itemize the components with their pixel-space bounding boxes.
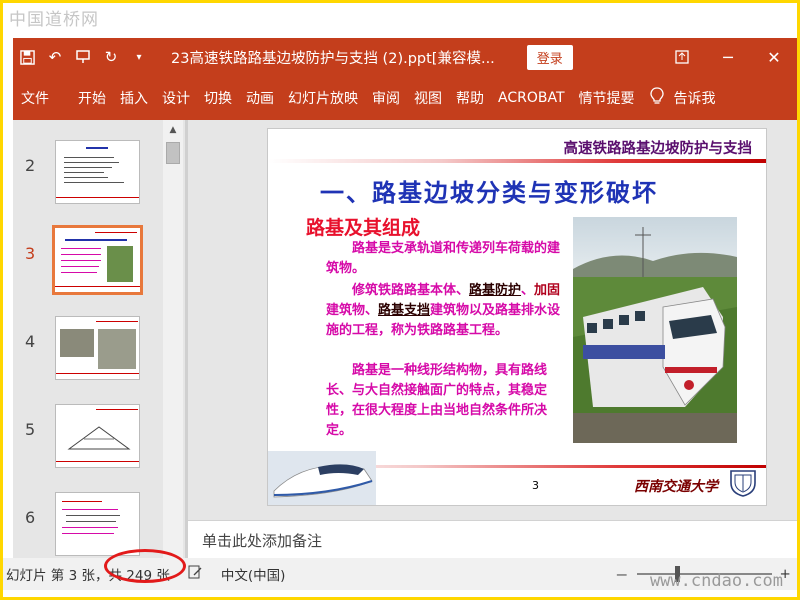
- thumbnail-row[interactable]: 4: [13, 314, 173, 384]
- language-status[interactable]: 中文(中国): [221, 564, 286, 584]
- tab-design[interactable]: 设计: [155, 88, 197, 108]
- university-logo-text: 西南交通大学: [634, 479, 718, 495]
- title-bar: ↶ ↻ ▾ 23高速铁路路基边坡防护与支挡 (2).ppt[兼容模... 登录 …: [13, 38, 797, 76]
- para2-highlight-protection: 路基防护: [469, 283, 522, 298]
- redo-icon[interactable]: ↻: [97, 42, 125, 72]
- para2-text-c: 、: [521, 283, 535, 298]
- thumbnail-scrollbar[interactable]: ▲: [163, 120, 183, 558]
- slide-paragraph-2[interactable]: 修筑铁路路基本体、路基防护、加固建筑物、路基支挡建筑物以及路基排水设施的工程，称…: [326, 281, 570, 341]
- scrollbar-thumb[interactable]: [166, 142, 180, 164]
- para2-highlight-retaining: 路基支挡: [378, 303, 431, 318]
- slide-thumbnail[interactable]: [55, 404, 140, 468]
- tab-animations[interactable]: 动画: [239, 88, 281, 108]
- university-seal-icon: [730, 470, 756, 497]
- tab-storyboard[interactable]: 情节提要: [572, 88, 642, 108]
- undo-icon[interactable]: ↶: [41, 42, 69, 72]
- scroll-up-icon[interactable]: ▲: [165, 122, 181, 138]
- para2-text-a: 修筑铁路路基本体、: [352, 283, 470, 298]
- window-controls: ─ ✕: [659, 38, 797, 76]
- tell-me-label: 告诉我: [673, 91, 716, 107]
- tab-view[interactable]: 视图: [407, 88, 449, 108]
- thumbnail-row[interactable]: 2: [13, 138, 173, 208]
- slide-thumbnail-active[interactable]: [52, 225, 143, 295]
- customize-icon[interactable]: ▾: [125, 42, 153, 72]
- ribbon-display-icon[interactable]: [659, 38, 705, 76]
- para2-highlight-reinforce: 加固: [534, 283, 561, 298]
- thumbnail-number: 2: [25, 156, 36, 175]
- thumbnail-row[interactable]: 3: [13, 225, 173, 296]
- watermark-bottom: www.cndao.com: [649, 571, 783, 591]
- thumbnail-number: 3: [25, 244, 36, 263]
- zoom-out-button[interactable]: －: [615, 564, 629, 584]
- login-button[interactable]: 登录: [526, 44, 573, 70]
- minimize-icon[interactable]: ─: [705, 38, 751, 76]
- highlight-circle-annotation: [104, 549, 186, 583]
- thumbnail-row[interactable]: 5: [13, 402, 173, 472]
- para2-text-e: 建筑物、: [326, 303, 379, 318]
- close-icon[interactable]: ✕: [751, 38, 797, 76]
- notes-pane[interactable]: 单击此处添加备注: [188, 520, 797, 558]
- notes-placeholder[interactable]: 单击此处添加备注: [202, 530, 322, 551]
- train-nose-image: [268, 451, 376, 505]
- slide-number: 3: [532, 479, 539, 492]
- thumbnail-number: 5: [25, 420, 36, 439]
- train-photo[interactable]: [573, 217, 737, 443]
- slide-header-line: [268, 159, 766, 163]
- slide-thumbnail[interactable]: [55, 492, 140, 556]
- thumbnail-number: 4: [25, 332, 36, 351]
- tab-transitions[interactable]: 切换: [197, 88, 239, 108]
- pane-splitter[interactable]: [185, 120, 188, 558]
- thumbnail-pane: 2 3 4 5 6 ▲: [13, 120, 188, 558]
- document-title: 23高速铁路路基边坡防护与支挡 (2).ppt[兼容模...: [171, 50, 495, 67]
- slide-subtitle[interactable]: 路基及其组成: [306, 213, 420, 240]
- tab-file[interactable]: 文件: [13, 88, 71, 108]
- slide-thumbnail[interactable]: [55, 316, 140, 380]
- save-icon[interactable]: [13, 42, 41, 72]
- ribbon-tabs: 文件 开始 插入 设计 切换 动画 幻灯片放映 审阅 视图 帮助 ACROBAT…: [13, 76, 797, 120]
- slide-header: 高速铁路路基边坡防护与支挡: [563, 140, 753, 157]
- present-icon[interactable]: [69, 42, 97, 72]
- app-window: 中国道桥网 ↶ ↻ ▾ 23高速铁路路基边坡防护与支挡 (2).ppt[兼容模.…: [3, 3, 797, 597]
- thumbnail-number: 6: [25, 508, 36, 527]
- watermark-top: 中国道桥网: [9, 10, 99, 30]
- tab-help[interactable]: 帮助: [449, 88, 491, 108]
- slide-canvas[interactable]: 高速铁路路基边坡防护与支挡 一、路基边坡分类与变形破坏 路基及其组成 路基是支承…: [267, 128, 767, 506]
- tab-acrobat[interactable]: ACROBAT: [491, 90, 572, 106]
- slide-thumbnail[interactable]: [55, 140, 140, 204]
- tab-review[interactable]: 审阅: [365, 88, 407, 108]
- tell-me-box[interactable]: 告诉我: [649, 86, 716, 110]
- tab-insert[interactable]: 插入: [113, 88, 155, 108]
- tab-home[interactable]: 开始: [71, 88, 113, 108]
- slide-position-text: 幻灯片 第 3 张，: [6, 568, 109, 584]
- slide-title[interactable]: 一、路基边坡分类与变形破坏: [320, 173, 658, 208]
- slide-paragraph-1[interactable]: 路基是支承轨道和传递列车荷载的建筑物。: [326, 239, 570, 279]
- spellcheck-icon[interactable]: [188, 565, 203, 583]
- lightbulb-icon: [649, 86, 664, 110]
- tab-slideshow[interactable]: 幻灯片放映: [281, 88, 365, 108]
- slide-paragraph-3[interactable]: 路基是一种线形结构物，具有路线长、与大自然接触面广的特点，其稳定性，在很大程度上…: [326, 361, 556, 441]
- workspace: 2 3 4 5 6 ▲ 高速铁路路基边坡防护与支挡 一、路基边坡分类与变形破坏 …: [13, 120, 797, 558]
